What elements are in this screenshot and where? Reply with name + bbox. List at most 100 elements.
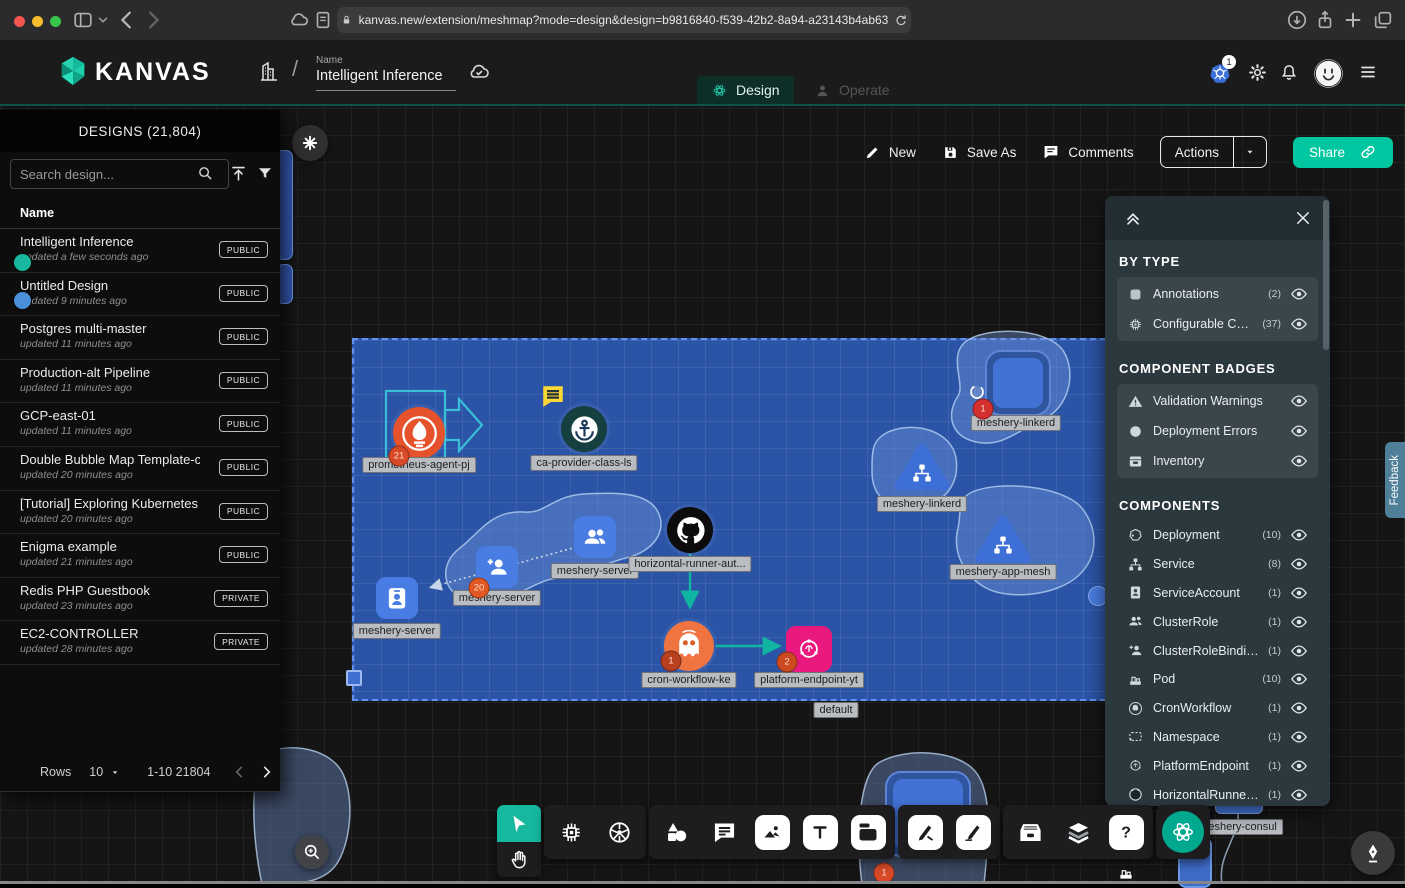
design-list-item[interactable]: Redis PHP Guestbookupdated 23 minutes ag… (0, 578, 280, 622)
kanvas-logo[interactable] (56, 54, 90, 88)
meshery-tool-button[interactable] (1161, 805, 1205, 859)
previous-page-icon[interactable] (232, 764, 248, 780)
panel-row-pod[interactable]: Pod(10) (1117, 665, 1318, 694)
panel-row-horizontalrunnerautoscaler[interactable]: HorizontalRunnerAutoscaler(1) (1117, 780, 1318, 806)
visibility-eye-icon[interactable] (1290, 422, 1308, 440)
design-list-item[interactable]: GCP-east-01updated 11 minutes agoPUBLIC (0, 403, 280, 447)
comment-tool-button[interactable] (702, 805, 746, 859)
design-list-item[interactable]: Postgres multi-masterupdated 11 minutes … (0, 316, 280, 360)
settings-gear-icon[interactable] (1247, 62, 1268, 83)
new-button[interactable]: New (864, 144, 916, 161)
close-window-button[interactable] (14, 16, 25, 27)
visibility-eye-icon[interactable] (1290, 670, 1308, 688)
note-tool-button[interactable] (846, 805, 890, 859)
import-design-icon[interactable] (229, 164, 248, 183)
freehand-draw-button[interactable] (1351, 831, 1395, 875)
visibility-eye-icon[interactable] (1290, 757, 1308, 775)
panel-row-annotations[interactable]: Annotations(2) (1117, 279, 1318, 309)
panel-row-inventory[interactable]: Inventory (1117, 446, 1318, 476)
node-label-cron-workflow-ke[interactable]: cron-workflow-ke (641, 672, 736, 688)
node-horizontal-runner-aut[interactable] (667, 507, 713, 553)
panel-row-validation-warnings[interactable]: Validation Warnings (1117, 386, 1318, 416)
design-list-item[interactable]: Intelligent Inferenceupdated a few secon… (0, 229, 280, 273)
image-tool-button[interactable] (750, 805, 794, 859)
panel-row-clusterrole[interactable]: ClusterRole(1) (1117, 607, 1318, 636)
tab-overview-icon[interactable] (1372, 9, 1394, 31)
namespace-label[interactable]: default (813, 702, 858, 718)
visibility-eye-icon[interactable] (1290, 555, 1308, 573)
visibility-eye-icon[interactable] (1290, 613, 1308, 631)
design-list-item[interactable]: Double Bubble Map Template-copyupdated 2… (0, 447, 280, 491)
organization-icon[interactable] (256, 60, 280, 84)
address-bar[interactable]: kanvas.new/extension/meshmap?mode=design… (337, 7, 911, 33)
zoom-button[interactable] (295, 835, 329, 869)
node-label-meshery-server-crb[interactable]: meshery-server (453, 590, 541, 606)
panel-row-service[interactable]: Service(8) (1117, 550, 1318, 579)
share-button[interactable]: Share (1293, 137, 1393, 168)
notifications-bell-icon[interactable] (1279, 62, 1299, 83)
panel-row-platformendpoint[interactable]: PlatformEndpoint(1) (1117, 751, 1318, 780)
save-as-button[interactable]: Save As (942, 144, 1017, 161)
node-label-horizontal-runner-aut[interactable]: horizontal-runner-aut... (628, 556, 751, 572)
refresh-icon[interactable] (894, 13, 908, 27)
visibility-eye-icon[interactable] (1290, 315, 1308, 333)
back-icon[interactable] (116, 9, 138, 31)
design-list-item[interactable]: EC2-CONTROLLERupdated 28 minutes agoPRIV… (0, 621, 280, 665)
help-tool-button[interactable]: ? (1104, 805, 1148, 859)
panel-row-clusterrolebinding[interactable]: ClusterRoleBinding(1) (1117, 636, 1318, 665)
visibility-eye-icon[interactable] (1290, 526, 1308, 544)
node-meshery-server-sa[interactable] (376, 577, 418, 619)
minimize-window-button[interactable] (32, 16, 43, 27)
close-panel-icon[interactable] (1294, 209, 1312, 227)
reader-icon[interactable] (312, 9, 334, 31)
user-avatar[interactable] (1313, 58, 1344, 89)
design-list-item[interactable]: Untitled Designupdated 9 minutes agoPUBL… (0, 273, 280, 317)
chevron-down-icon[interactable] (96, 9, 110, 31)
node-ca-provider-class-ls[interactable] (561, 406, 607, 452)
node-label-meshery-server-sa[interactable]: meshery-server (353, 623, 441, 639)
node-label-ca-provider-class-ls[interactable]: ca-provider-class-ls (530, 455, 637, 471)
text-tool-button[interactable] (798, 805, 842, 859)
search-icon[interactable] (197, 165, 214, 182)
actions-dropdown-button[interactable]: Actions (1160, 136, 1267, 168)
kubernetes-tool-button[interactable] (597, 805, 641, 859)
freeze-layout-button[interactable] (292, 125, 328, 161)
rows-caret-icon[interactable] (107, 768, 123, 777)
new-tab-icon[interactable] (1342, 9, 1364, 31)
feedback-tab[interactable]: Feedback (1385, 442, 1405, 518)
rows-per-page-select[interactable]: 10 (89, 765, 103, 779)
panel-row-cronworkflow[interactable]: CronWorkflow(1) (1117, 694, 1318, 723)
panel-row-deployment[interactable]: Deployment(10) (1117, 521, 1318, 550)
selection-resize-handle[interactable] (346, 670, 362, 686)
design-list-item[interactable]: Production-alt Pipelineupdated 11 minute… (0, 360, 280, 404)
tab-design[interactable]: Design (697, 76, 794, 104)
visibility-eye-icon[interactable] (1290, 285, 1308, 303)
select-tool-button[interactable] (497, 805, 541, 842)
panel-scrollbar[interactable] (1323, 200, 1329, 350)
pan-tool-button[interactable] (508, 842, 531, 877)
visibility-eye-icon[interactable] (1290, 392, 1308, 410)
design-list-item[interactable]: Enigma exampleupdated 21 minutes agoPUBL… (0, 534, 280, 578)
layers-tool-button[interactable] (1056, 805, 1100, 859)
visibility-eye-icon[interactable] (1290, 786, 1308, 804)
next-page-icon[interactable] (258, 764, 274, 780)
panel-row-namespace[interactable]: Namespace(1) (1117, 723, 1318, 752)
node-label-platform-endpoint-yt[interactable]: platform-endpoint-yt (754, 672, 864, 688)
node-label-meshery-app-mesh[interactable]: meshery-app-mesh (950, 564, 1057, 580)
node-label-prometheus-agent-pj[interactable]: prometheus-agent-pj (362, 457, 476, 473)
visibility-eye-icon[interactable] (1290, 584, 1308, 602)
comment-annotation-icon[interactable] (539, 383, 567, 409)
node-meshery-app-mesh[interactable] (973, 513, 1033, 567)
visibility-eye-icon[interactable] (1290, 642, 1308, 660)
panel-row-configurable-components[interactable]: Configurable Components(37) (1117, 309, 1318, 339)
downloads-icon[interactable] (1286, 9, 1308, 31)
menu-hamburger-icon[interactable] (1358, 63, 1378, 81)
configurable-components-tool-button[interactable] (549, 805, 593, 859)
comments-button[interactable]: Comments (1042, 143, 1133, 161)
node-label-meshery-linkerd-svc[interactable]: meshery-linkerd (877, 496, 967, 512)
filter-icon[interactable] (256, 164, 274, 183)
design-name-input[interactable]: Intelligent Inference (316, 68, 456, 91)
panel-row-deployment-errors[interactable]: Deployment Errors (1117, 416, 1318, 446)
collapse-panel-icon[interactable] (1123, 208, 1143, 228)
visibility-eye-icon[interactable] (1290, 452, 1308, 470)
